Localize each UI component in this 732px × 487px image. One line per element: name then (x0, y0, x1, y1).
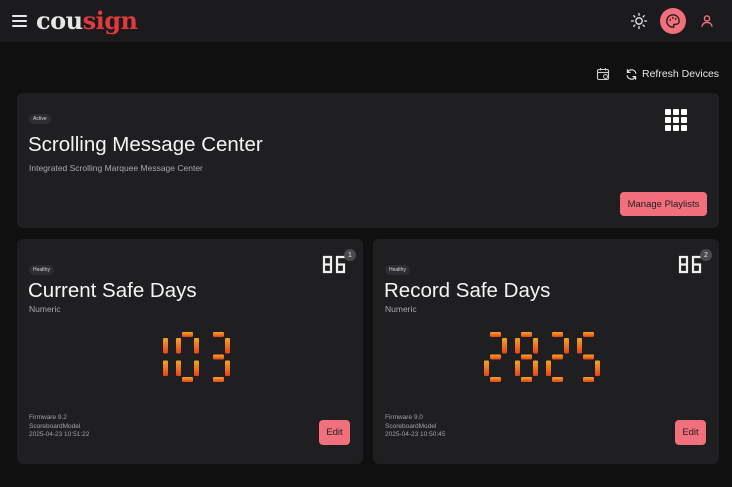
digit-3 (213, 332, 230, 382)
segment-c (595, 360, 600, 376)
digit-5 (577, 332, 600, 382)
firmware-version: Firmware 9.2 (29, 414, 67, 421)
device-count-badge: 1 (344, 249, 356, 261)
grid-icon (665, 109, 687, 131)
digit-2 (546, 332, 569, 382)
segment-a (583, 332, 594, 337)
last-updated: 2025-04-23 10:51:22 (29, 431, 90, 438)
segment-b (163, 338, 168, 354)
segment-d (521, 377, 532, 382)
segment-d (490, 377, 501, 382)
device-title: Record Safe Days (384, 279, 551, 302)
device-title: Current Safe Days (28, 279, 197, 302)
segment-e (546, 360, 551, 376)
segment-d (182, 377, 193, 382)
segment-g (490, 354, 501, 360)
firmware-version: Firmware 9.0 (385, 414, 423, 421)
edit-button[interactable]: Edit (675, 420, 706, 445)
device-type: Numeric (385, 304, 417, 314)
segment-c (194, 360, 199, 376)
digit-2 (484, 332, 507, 382)
segment-g (552, 354, 563, 360)
segment-f (176, 338, 181, 354)
segment-e (176, 360, 181, 376)
segment-a (521, 332, 532, 337)
segment-c (163, 360, 168, 376)
palette-icon (666, 14, 680, 28)
segment-c (225, 360, 230, 376)
segment-a (490, 332, 501, 337)
segment-a (182, 332, 193, 337)
segment-g (521, 354, 532, 360)
segment-d (583, 377, 594, 382)
refresh-icon (626, 68, 637, 80)
counter-display (163, 332, 230, 382)
card-subtitle: Integrated Scrolling Marquee Message Cen… (29, 163, 203, 173)
segment-b (533, 338, 538, 354)
digit-1 (163, 338, 168, 376)
calendar-icon[interactable] (596, 67, 610, 81)
device-model: ScoreboardModel (29, 422, 81, 430)
status-badge: Healthy (385, 265, 410, 275)
segment-a (213, 332, 224, 337)
counter-display (484, 332, 600, 382)
segment-d (213, 377, 224, 382)
cousign-logo[interactable]: cousign (36, 7, 138, 35)
segment-b (564, 338, 569, 354)
device-count-badge: 2 (700, 249, 712, 261)
card-title: Scrolling Message Center (28, 133, 263, 156)
edit-button[interactable]: Edit (319, 420, 350, 445)
status-badge: Healthy (29, 265, 54, 275)
segment-a (552, 332, 563, 337)
segment-c (533, 360, 538, 376)
segment-e (515, 360, 520, 376)
segment-g (213, 354, 224, 360)
refresh-devices-button[interactable]: Refresh Devices (625, 65, 719, 83)
segment-b (502, 338, 507, 354)
device-model: ScoreboardModel (385, 422, 437, 430)
device-card[interactable]: Healthy Record Safe Days Numeric 2 Firmw… (373, 239, 719, 464)
top-app-bar: cousign (0, 0, 732, 42)
user-icon[interactable] (699, 13, 715, 29)
status-badge: Active (29, 114, 51, 124)
sun-icon[interactable] (630, 12, 648, 30)
segment-b (225, 338, 230, 354)
message-center-card[interactable]: Active Scrolling Message Center Integrat… (17, 93, 719, 228)
segment-f (515, 338, 520, 354)
device-card[interactable]: Healthy Current Safe Days Numeric 1 Firm… (17, 239, 363, 464)
menu-icon[interactable] (12, 13, 27, 29)
last-updated: 2025-04-23 10:50:45 (385, 431, 446, 438)
segment-g (583, 354, 594, 360)
device-type: Numeric (29, 304, 61, 314)
segment-e (484, 360, 489, 376)
digit-8 (515, 332, 538, 382)
manage-playlists-button[interactable]: Manage Playlists (620, 192, 707, 216)
refresh-devices-label: Refresh Devices (642, 68, 720, 80)
digit-0 (176, 332, 199, 382)
device-meta: Firmware 9.0 ScoreboardModel 2025-04-23 … (385, 414, 445, 440)
segment-b (194, 338, 199, 354)
avatar-icon[interactable] (660, 8, 686, 34)
device-meta: Firmware 9.2 ScoreboardModel 2025-04-23 … (29, 414, 89, 440)
segment-d (552, 377, 563, 382)
segment-f (577, 338, 582, 354)
